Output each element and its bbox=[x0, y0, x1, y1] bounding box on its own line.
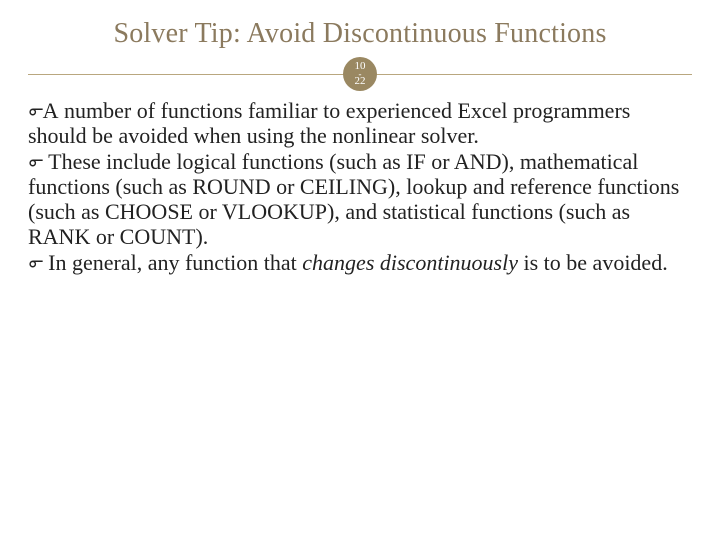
bullet-icon: ൳ bbox=[28, 250, 43, 275]
slide-content: ൳A number of functions familiar to exper… bbox=[28, 98, 692, 275]
bullet-text: These include logical functions (such as… bbox=[28, 149, 679, 250]
badge-bottom: 22 bbox=[355, 76, 366, 87]
bullet-item: ൳A number of functions familiar to exper… bbox=[28, 98, 692, 149]
bullet-icon: ൳ bbox=[28, 149, 43, 174]
bullet-icon: ൳ bbox=[28, 98, 43, 123]
slide: Solver Tip: Avoid Discontinuous Function… bbox=[0, 0, 720, 540]
bullet-item: ൳ In general, any function that changes … bbox=[28, 250, 692, 275]
bullet-item: ൳ These include logical functions (such … bbox=[28, 149, 692, 250]
bullet-text-pre: In general, any function that bbox=[43, 250, 303, 275]
title-divider: 10 - 22 bbox=[28, 56, 692, 92]
bullet-text: number of functions familiar to experien… bbox=[28, 98, 630, 148]
slide-title: Solver Tip: Avoid Discontinuous Function… bbox=[28, 18, 692, 50]
bullet-text-post: is to be avoided. bbox=[518, 250, 668, 275]
bullet-text-emphasis: changes discontinuously bbox=[302, 250, 518, 275]
page-badge: 10 - 22 bbox=[343, 57, 377, 91]
bullet-lead: A bbox=[43, 98, 59, 123]
